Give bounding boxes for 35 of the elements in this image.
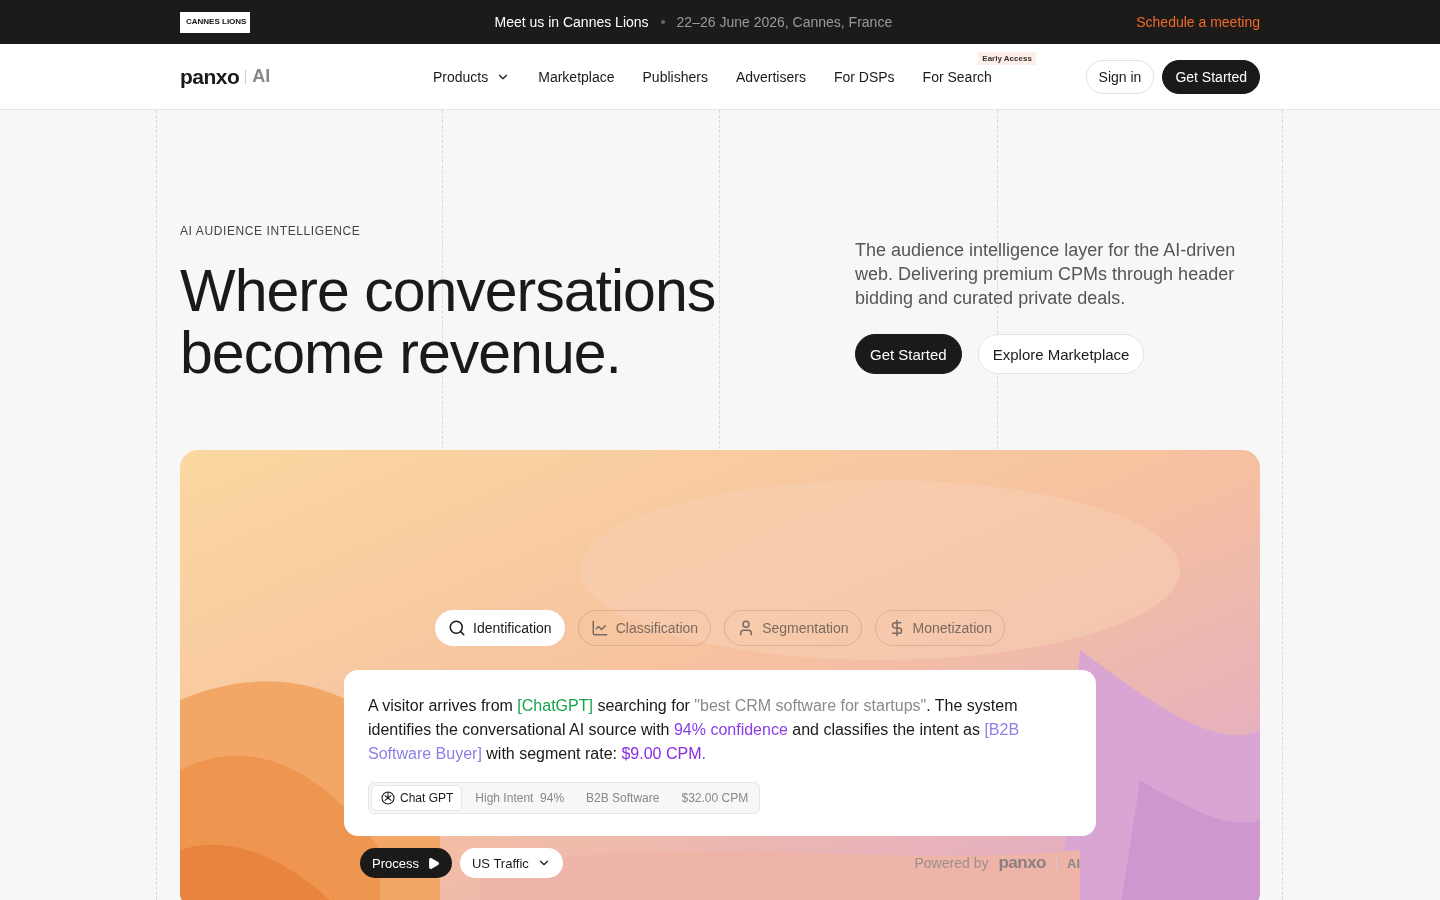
powered-by-text: Powered by [914, 855, 989, 871]
nav-link[interactable]: For DSPs [833, 68, 895, 85]
logo-suffix: AI [252, 66, 271, 87]
nav-link[interactable]: Marketplace [538, 68, 615, 85]
play-icon [426, 856, 440, 870]
tag: B2B Software [577, 786, 669, 810]
nav-link[interactable]: Advertisers [735, 68, 806, 85]
logo[interactable]: panxo [180, 64, 240, 89]
schedule-link[interactable]: Schedule a meeting [1136, 14, 1260, 30]
announcement-title: Meet us in Cannes Lions [494, 14, 649, 30]
get-started-button[interactable]: Get Started [1162, 59, 1260, 94]
eyebrow: AI AUDIENCE INTELLIGENCE [180, 224, 362, 238]
event-logo: CANNES LIONS [180, 11, 251, 33]
message-text: A visitor arrives from [ChatGPT] searching for "best CRM software for startups". The system identifies the conversational AI source with 94% confidence and classifies the intent as [B2B Software Buyer] with segment rate: $9.00 CPM. [368, 696, 1021, 764]
tag: Chat GPT [371, 785, 463, 811]
headline: Where conversations become revenue. [180, 260, 717, 384]
knot-icon [380, 790, 396, 806]
logo: panxo [998, 853, 1046, 873]
tag: High Intent 94% [466, 786, 574, 810]
early-access-badge: Early Access [978, 51, 1036, 65]
tag: $32.00 CPM [672, 786, 758, 810]
announcement-details: 22–26 June 2026, Cannes, France [676, 14, 893, 30]
logo-suffix: AI [1067, 855, 1080, 871]
nav-link[interactable]: Publishers [642, 68, 708, 85]
nav-link[interactable]: Products [433, 68, 511, 85]
chart-icon [590, 619, 609, 637]
hero-description: The audience intelligence layer for the AI-driven web. Delivering premium CPMs through header bidding and curated private deals. [855, 239, 1237, 310]
traffic-dropdown[interactable]: US Traffic [459, 848, 563, 878]
explore-marketplace-button[interactable]: Explore Marketplace [977, 334, 1145, 374]
process-button[interactable]: Process [360, 848, 452, 878]
get-started-button[interactable]: Get Started [855, 334, 962, 374]
sign-in-button[interactable]: Sign in [1085, 59, 1155, 94]
tab[interactable]: Identification [435, 610, 565, 646]
search-icon [448, 619, 467, 637]
nav-link[interactable]: For Search [922, 68, 992, 85]
